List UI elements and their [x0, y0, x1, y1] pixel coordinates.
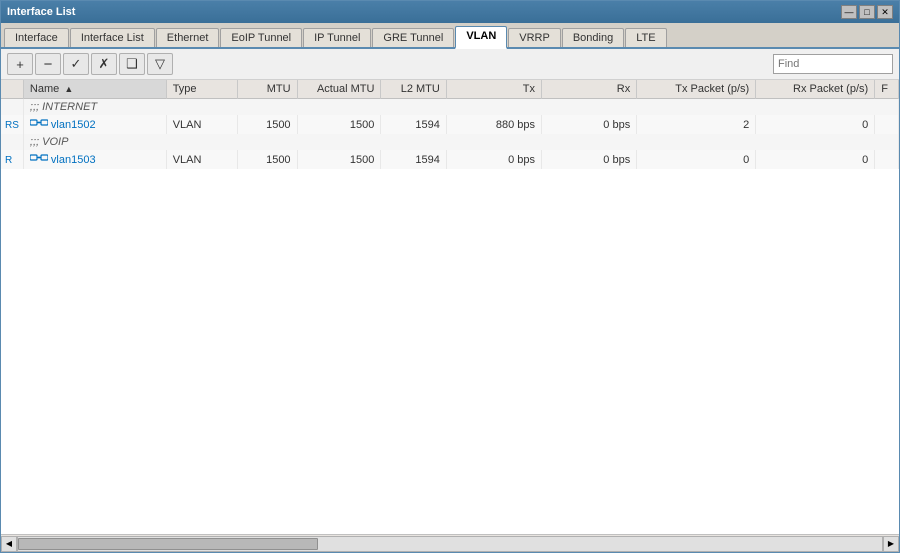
row-type: VLAN	[166, 150, 237, 169]
row-rx: 0 bps	[542, 115, 637, 134]
col-header-name[interactable]: Name ▲	[23, 80, 166, 99]
window-controls: ― □ ✕	[841, 5, 893, 19]
window-title: Interface List	[7, 6, 75, 18]
row-name: vlan1503	[23, 150, 166, 169]
status-bar: ◀ ▶	[1, 534, 899, 552]
main-window: Interface List ― □ ✕ Interface Interface…	[0, 0, 900, 553]
col-header-type[interactable]: Type	[166, 80, 237, 99]
copy-button[interactable]: ❑	[119, 53, 145, 75]
network-icon	[30, 117, 48, 132]
row-l2mtu: 1594	[381, 115, 446, 134]
row-flag: R	[1, 150, 23, 169]
scrollbar-thumb[interactable]	[18, 538, 318, 550]
col-header-l2mtu[interactable]: L2 MTU	[381, 80, 446, 99]
table-header-row: Name ▲ Type MTU Actual MTU L2 MTU Tx Rx …	[1, 80, 899, 99]
row-actual-mtu: 1500	[297, 150, 381, 169]
tab-bonding[interactable]: Bonding	[562, 28, 624, 47]
col-header-tx[interactable]: Tx	[446, 80, 541, 99]
find-input[interactable]	[773, 54, 893, 74]
tab-interface[interactable]: Interface	[4, 28, 69, 47]
tab-lte[interactable]: LTE	[625, 28, 666, 47]
row-mtu: 1500	[238, 115, 297, 134]
row-l2mtu: 1594	[381, 150, 446, 169]
network-icon	[30, 152, 48, 167]
col-header-rx-packet[interactable]: Rx Packet (p/s)	[756, 80, 875, 99]
row-type: VLAN	[166, 115, 237, 134]
horizontal-scrollbar[interactable]	[17, 536, 883, 552]
col-header-actual-mtu[interactable]: Actual MTU	[297, 80, 381, 99]
row-tx-packet: 2	[637, 115, 756, 134]
row-rx-packet: 0	[756, 115, 875, 134]
tab-interface-list[interactable]: Interface List	[70, 28, 155, 47]
row-tx: 0 bps	[446, 150, 541, 169]
row-name: vlan1502	[23, 115, 166, 134]
tab-bar: Interface Interface List Ethernet EoIP T…	[1, 23, 899, 49]
col-header-mtu[interactable]: MTU	[238, 80, 297, 99]
row-f	[875, 150, 899, 169]
add-button[interactable]: +	[7, 53, 33, 75]
row-rx-packet: 0	[756, 150, 875, 169]
row-actual-mtu: 1500	[297, 115, 381, 134]
group-row: ;;; INTERNET	[1, 99, 899, 116]
tab-eoip-tunnel[interactable]: EoIP Tunnel	[220, 28, 302, 47]
remove-button[interactable]: −	[35, 53, 61, 75]
row-mtu: 1500	[238, 150, 297, 169]
col-header-tx-packet[interactable]: Tx Packet (p/s)	[637, 80, 756, 99]
scroll-left-button[interactable]: ◀	[1, 536, 17, 552]
tab-ethernet[interactable]: Ethernet	[156, 28, 220, 47]
tab-gre-tunnel[interactable]: GRE Tunnel	[372, 28, 454, 47]
sort-arrow-name: ▲	[64, 84, 73, 94]
enable-button[interactable]: ✓	[63, 53, 89, 75]
maximize-button[interactable]: □	[859, 5, 875, 19]
col-header-f[interactable]: F	[875, 80, 899, 99]
row-rx: 0 bps	[542, 150, 637, 169]
col-header-flag[interactable]	[1, 80, 23, 99]
tab-vrrp[interactable]: VRRP	[508, 28, 561, 47]
interface-table: Name ▲ Type MTU Actual MTU L2 MTU Tx Rx …	[1, 80, 899, 169]
tab-ip-tunnel[interactable]: IP Tunnel	[303, 28, 371, 47]
toolbar: + − ✓ ✗ ❑ ▽	[1, 49, 899, 80]
minimize-button[interactable]: ―	[841, 5, 857, 19]
row-tx: 880 bps	[446, 115, 541, 134]
row-f	[875, 115, 899, 134]
row-tx-packet: 0	[637, 150, 756, 169]
table-container[interactable]: Name ▲ Type MTU Actual MTU L2 MTU Tx Rx …	[1, 80, 899, 534]
disable-button[interactable]: ✗	[91, 53, 117, 75]
table-row[interactable]: R vlan1503 VLAN 1500 1500 1594 0 bps 0 b…	[1, 150, 899, 169]
title-bar: Interface List ― □ ✕	[1, 1, 899, 23]
scroll-right-button[interactable]: ▶	[883, 536, 899, 552]
tab-vlan[interactable]: VLAN	[455, 26, 507, 49]
filter-button[interactable]: ▽	[147, 53, 173, 75]
col-header-rx[interactable]: Rx	[542, 80, 637, 99]
table-row[interactable]: RS vlan1502 VLAN 1500 1500 1594 880 bps …	[1, 115, 899, 134]
group-row: ;;; VOIP	[1, 134, 899, 150]
close-button[interactable]: ✕	[877, 5, 893, 19]
row-flag: RS	[1, 115, 23, 134]
